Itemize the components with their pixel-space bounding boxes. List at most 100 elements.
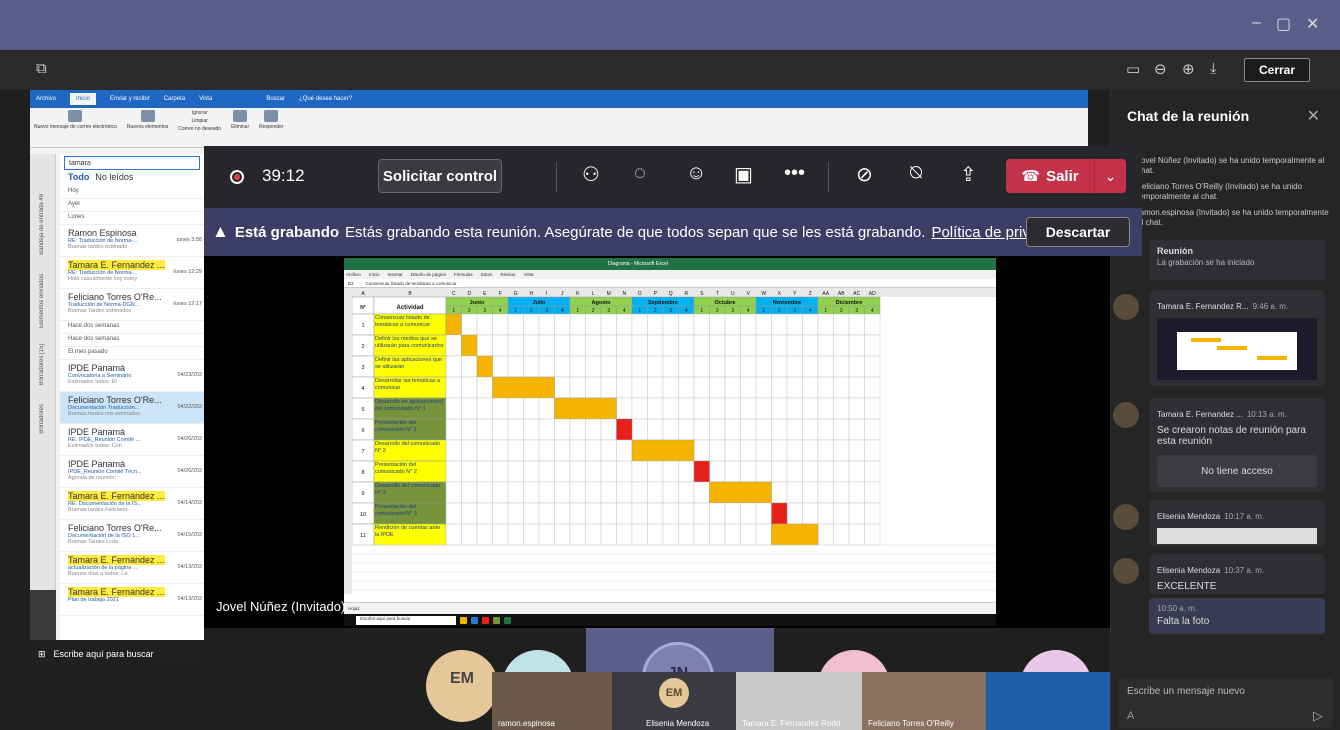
grid-cell bbox=[833, 439, 850, 462]
rail-drafts[interactable]: Borradores [15] bbox=[39, 344, 45, 385]
dismiss-button[interactable]: Descartar bbox=[1026, 217, 1130, 247]
section-hace_dos_2[interactable]: Hace dos semanas bbox=[60, 334, 204, 347]
section-mes[interactable]: El mes pasado bbox=[60, 347, 204, 360]
recording-icon bbox=[230, 170, 244, 184]
new-items-button[interactable]: Nuevos elementos bbox=[127, 110, 168, 145]
popout-icon[interactable]: ⧉ bbox=[36, 60, 47, 77]
video-thumbnail[interactable]: Feliciano Torres O'Reilly bbox=[862, 672, 986, 730]
list-item[interactable]: Tamara E. Fernandez ... Plan de trabajo 2… bbox=[60, 584, 204, 616]
section-lunes[interactable]: Lunes bbox=[60, 212, 204, 225]
grid-cell bbox=[538, 355, 555, 378]
week-label: 2 bbox=[592, 308, 595, 314]
filter-unread[interactable]: No leídos bbox=[95, 172, 133, 186]
grid-cell bbox=[693, 481, 710, 504]
rail-sent[interactable]: Elementos enviados bbox=[39, 274, 45, 328]
participants-icon[interactable]: ⚇ bbox=[582, 162, 600, 187]
list-item[interactable]: IPDE Panamá RE: IPDE_Reunión Comité ... Es… bbox=[60, 424, 204, 456]
maximize-icon[interactable]: ▢ bbox=[1276, 14, 1291, 34]
formula-text[interactable]: Consensuar listado de temáticas a comuni… bbox=[366, 281, 457, 286]
grid-cell bbox=[848, 418, 865, 441]
section-hoy[interactable]: Hoy bbox=[60, 186, 204, 199]
video-thumbnail[interactable]: Tamara E. Fernandez Rodrí bbox=[736, 672, 862, 730]
column-letter: F bbox=[499, 291, 502, 297]
close-button[interactable]: Cerrar bbox=[1244, 58, 1310, 82]
zoom-out-icon[interactable]: ⊖ bbox=[1154, 60, 1167, 78]
grid-cell bbox=[631, 397, 648, 420]
section-ayer[interactable]: Ayer bbox=[60, 199, 204, 212]
grid-cell bbox=[740, 355, 757, 378]
chat-panel: Chat de la reunión ✕ Jovel Núñez (Invita… bbox=[1110, 90, 1340, 730]
delete-button[interactable]: Eliminar bbox=[231, 110, 249, 145]
screenshot-thumbnail[interactable] bbox=[1157, 318, 1317, 380]
leave-button[interactable]: ☎ Salir bbox=[1006, 159, 1094, 193]
tab-buscar[interactable]: Buscar bbox=[266, 96, 285, 102]
share-icon[interactable]: ⇪ bbox=[960, 162, 977, 187]
participant-avatar[interactable]: EM bbox=[426, 650, 498, 722]
grid-cell bbox=[709, 418, 726, 441]
sheet-tab[interactable]: Hoja1 bbox=[348, 606, 360, 611]
grid-cell bbox=[709, 334, 726, 357]
zoom-in-icon[interactable]: ⊕ bbox=[1182, 60, 1195, 78]
video-thumbnail[interactable] bbox=[986, 672, 1110, 730]
grid-cell bbox=[864, 397, 881, 420]
download-icon[interactable]: ⤓ bbox=[1210, 60, 1217, 77]
list-item[interactable]: IPDE Panamá Convocatoria a Seminario Estim… bbox=[60, 360, 204, 392]
chevron-down-icon[interactable]: ⌄ bbox=[1094, 159, 1126, 193]
list-item[interactable]: Tamara E. Fernandez ... actualización de … bbox=[60, 552, 204, 584]
tab-archivo[interactable]: Archivo bbox=[36, 96, 56, 102]
video-thumbnail[interactable]: ramon.espinosa bbox=[492, 672, 612, 730]
list-item[interactable]: Feliciano Torres O'Re... Traducción de No… bbox=[60, 289, 204, 321]
list-item[interactable]: Feliciano Torres O'Re... Documentación Tr… bbox=[60, 392, 204, 424]
close-icon[interactable]: ✕ bbox=[1307, 106, 1320, 126]
tell-me[interactable]: ¿Qué desea hacer? bbox=[299, 96, 352, 102]
ignore-button[interactable]: Ignorar Limpiar Correo no deseado bbox=[178, 110, 221, 145]
message-input[interactable]: Escribe un mensaje nuevo A ▷ bbox=[1119, 678, 1333, 728]
date: 04/20/202 bbox=[177, 468, 202, 474]
section-hace_dos_1[interactable]: Hace dos semanas bbox=[60, 321, 204, 334]
list-item[interactable]: Tamara E. Fernandez ... RE: Documentación… bbox=[60, 488, 204, 520]
camera-off-icon[interactable]: ⊘ bbox=[856, 162, 873, 187]
rooms-icon[interactable]: ▣ bbox=[734, 162, 753, 187]
tab-inicio[interactable]: Inicio bbox=[70, 93, 97, 105]
tab-vista[interactable]: Vista bbox=[199, 96, 212, 102]
grid-cell bbox=[817, 481, 834, 504]
grid-cell bbox=[864, 334, 881, 357]
list-item[interactable]: Ramon Espinosa RE: Traducción de Norma-..… bbox=[60, 225, 204, 257]
mic-off-icon[interactable]: ⍉ bbox=[910, 162, 922, 185]
chat-icon[interactable]: ◌ bbox=[634, 162, 646, 185]
list-item[interactable]: IPDE Panamá IPDE_Reunión Comité Técn... Ag… bbox=[60, 456, 204, 488]
more-icon[interactable]: ••• bbox=[784, 162, 805, 185]
grid-cell bbox=[554, 334, 571, 357]
close-window-icon[interactable]: ✕ bbox=[1306, 14, 1319, 34]
rail-inbox[interactable]: Bandeja de entrada 49 bbox=[39, 194, 45, 255]
tab-carpeta[interactable]: Carpeta bbox=[164, 96, 185, 102]
format-icon[interactable]: A bbox=[1127, 710, 1134, 722]
image-attachment[interactable] bbox=[1157, 528, 1317, 544]
grid-cell bbox=[802, 502, 819, 525]
cell-ref[interactable]: B3 bbox=[348, 281, 354, 286]
reply-button[interactable]: Responder bbox=[259, 110, 284, 145]
filter-all[interactable]: Todo bbox=[68, 172, 89, 186]
no-access-card[interactable]: No tiene acceso bbox=[1157, 455, 1317, 487]
grid-cell bbox=[678, 334, 695, 357]
request-control-button[interactable]: Solicitar control bbox=[378, 159, 502, 193]
week-label: 3 bbox=[793, 308, 796, 314]
tab-enviar-recibir[interactable]: Enviar y recibir bbox=[110, 96, 150, 102]
search-input[interactable]: tamara bbox=[64, 156, 200, 170]
new-email-button[interactable]: Nuevo mensaje de correo electrónico bbox=[34, 110, 117, 145]
taskbar-search[interactable]: Escribe aquí para buscar bbox=[54, 649, 154, 659]
grid-cell bbox=[554, 376, 571, 399]
reactions-icon[interactable]: ☺ bbox=[686, 162, 706, 185]
grid-cell bbox=[802, 418, 819, 441]
rail-drafts-2[interactable]: Borradores bbox=[39, 404, 45, 434]
grid-cell bbox=[693, 313, 710, 336]
meeting-control-bar: 39:12 Solicitar control ⚇ ◌ ☺ ▣ ••• ⊘ ⍉ … bbox=[204, 146, 1142, 208]
windows-start-icon[interactable]: ⊞ bbox=[38, 649, 46, 660]
minimize-icon[interactable]: – bbox=[1252, 14, 1261, 32]
system-message: ramon.espinosa (Invitado) se ha unido te… bbox=[1123, 208, 1333, 228]
fit-screen-icon[interactable]: ▭ bbox=[1126, 60, 1140, 78]
list-item[interactable]: Feliciano Torres O'Re... Documentación de… bbox=[60, 520, 204, 552]
list-item[interactable]: Tamara E. Fernandez ... RE: Traducción de… bbox=[60, 257, 204, 289]
send-icon[interactable]: ▷ bbox=[1313, 708, 1323, 724]
video-thumbnail[interactable]: EM Elisenia Mendoza bbox=[612, 672, 736, 730]
